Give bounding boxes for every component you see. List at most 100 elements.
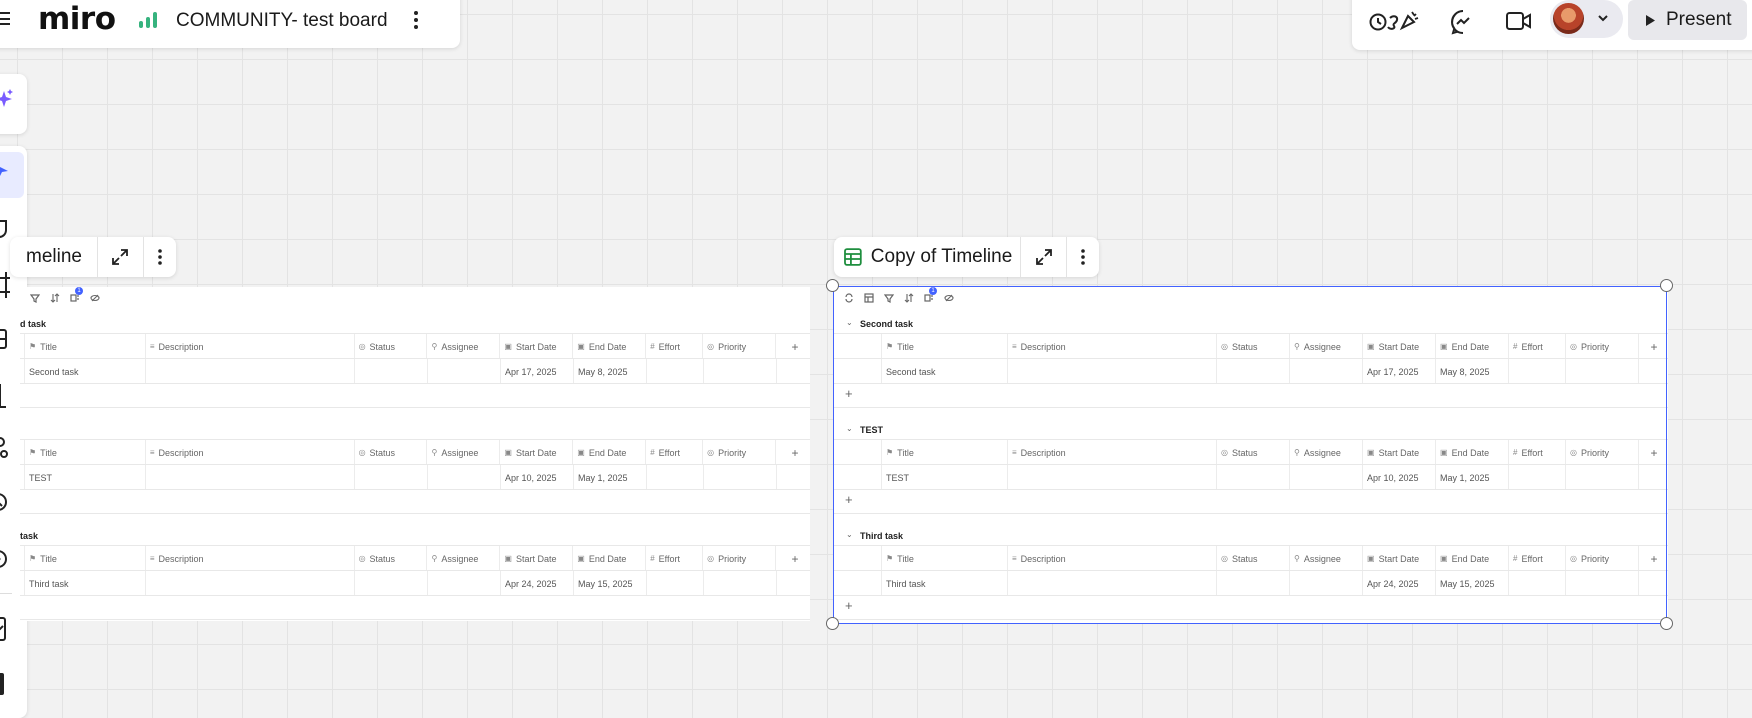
cell-start-date[interactable]: Apr 24, 2025 [501, 571, 574, 596]
table-options-icon[interactable] [144, 237, 176, 277]
chevron-down-icon[interactable] [1597, 13, 1609, 23]
column-header-priority[interactable]: ◎ Priority [703, 334, 777, 359]
cell-description[interactable] [146, 465, 355, 490]
cell-title[interactable]: Second task [25, 359, 146, 384]
cell-assignee[interactable] [428, 359, 501, 384]
column-header-priority[interactable]: ◎ Priority [703, 440, 777, 465]
resize-handle-tr[interactable] [1660, 279, 1673, 292]
add-column-button[interactable]: + [776, 546, 810, 571]
cell-status[interactable] [355, 571, 428, 596]
cell-effort[interactable] [647, 571, 704, 596]
cell-priority[interactable] [704, 571, 777, 596]
cell-description[interactable] [146, 359, 355, 384]
sort-icon-wrap[interactable] [50, 293, 60, 303]
hide-fields-icon[interactable] [90, 293, 100, 303]
column-header-priority[interactable]: ◎ Priority [703, 546, 777, 571]
column-header-end-date[interactable]: ▣ End Date [573, 440, 647, 465]
column-header-end-date[interactable]: ▣ End Date [573, 546, 647, 571]
column-header-title[interactable]: ⚑ Title [25, 546, 146, 571]
cell-end-date[interactable]: May 8, 2025 [574, 359, 647, 384]
board-activity-icon[interactable] [139, 12, 157, 28]
cell-priority[interactable] [704, 465, 777, 490]
more-tools-icon[interactable] [0, 546, 12, 572]
cell-priority[interactable] [704, 359, 777, 384]
sparkle-icon[interactable] [0, 88, 14, 110]
column-header-title[interactable]: ⚑ Title [25, 440, 146, 465]
resize-handle-br[interactable] [1660, 617, 1673, 630]
chat-icon[interactable] [1449, 8, 1477, 36]
add-column-button[interactable]: + [776, 440, 810, 465]
column-header-start-date[interactable]: ▣ Start Date [500, 334, 574, 359]
table-row[interactable]: Second task Apr 17, 2025 May 8, 2025 [20, 358, 810, 384]
add-row [20, 383, 810, 408]
column-header-effort[interactable]: # Effort [646, 440, 704, 465]
avatar[interactable] [1553, 3, 1584, 34]
column-header-assignee[interactable]: ⚲ Assignee [427, 546, 501, 571]
board-options-icon[interactable] [414, 11, 418, 32]
column-header-description[interactable]: ≡ Description [146, 440, 355, 465]
table-row[interactable]: Third task Apr 24, 2025 May 15, 2025 [20, 570, 810, 596]
cell-end-date[interactable]: May 1, 2025 [574, 465, 647, 490]
filter-icon-wrap[interactable] [30, 293, 40, 303]
column-header-description[interactable]: ≡ Description [146, 546, 355, 571]
people-icon[interactable] [0, 436, 12, 462]
template-icon[interactable] [0, 616, 12, 642]
cell-start-date[interactable]: Apr 10, 2025 [501, 465, 574, 490]
cell-end-date[interactable]: May 15, 2025 [574, 571, 647, 596]
group-title[interactable]: d task [20, 319, 46, 329]
column-header-end-date[interactable]: ▣ End Date [573, 334, 647, 359]
video-icon[interactable] [1505, 10, 1533, 32]
expand-icon[interactable] [98, 237, 144, 277]
filter-icon[interactable] [30, 293, 40, 303]
column-label: Effort [658, 341, 680, 352]
shape-icon[interactable] [0, 328, 12, 350]
miro-logo[interactable]: miro [38, 2, 116, 36]
connector-icon[interactable] [0, 383, 12, 409]
cursor-icon[interactable] [0, 163, 10, 181]
frame-icon[interactable] [0, 272, 12, 298]
cell-status[interactable] [355, 359, 428, 384]
column-header-effort[interactable]: # Effort [646, 546, 704, 571]
group-title[interactable]: task [20, 531, 38, 541]
column-header-status[interactable]: ◎ Status [355, 546, 428, 571]
cell-assignee[interactable] [428, 571, 501, 596]
expand-icon[interactable] [1021, 237, 1066, 277]
cell-description[interactable] [146, 571, 355, 596]
column-header-effort[interactable]: # Effort [646, 334, 704, 359]
cell-start-date[interactable]: Apr 17, 2025 [501, 359, 574, 384]
column-header-status[interactable]: ◎ Status [355, 334, 428, 359]
column-header-start-date[interactable]: ▣ Start Date [500, 440, 574, 465]
column-header-assignee[interactable]: ⚲ Assignee [427, 334, 501, 359]
reactions-icon[interactable] [1368, 6, 1422, 34]
table-widget-left[interactable]: 1d task ⚑ Title ≡ Description ◎ Status ⚲ Assigne… [20, 287, 810, 621]
status-icon: ◎ [358, 554, 366, 563]
add-column-button[interactable]: + [776, 334, 810, 359]
group-icon-wrap[interactable]: 1 [70, 287, 83, 303]
column-header-description[interactable]: ≡ Description [146, 334, 355, 359]
column-header-start-date[interactable]: ▣ Start Date [500, 546, 574, 571]
table-title-right[interactable]: Copy of Timeline [862, 246, 1020, 268]
table-options-icon[interactable] [1067, 237, 1099, 277]
cell-effort[interactable] [647, 359, 704, 384]
cell-title[interactable]: TEST [25, 465, 146, 490]
resize-handle-bl[interactable] [826, 617, 839, 630]
cell-assignee[interactable] [428, 465, 501, 490]
pen-icon[interactable] [0, 490, 12, 516]
column-header-status[interactable]: ◎ Status [355, 440, 428, 465]
table-title-left[interactable]: meline [10, 246, 97, 268]
resize-handle-tl[interactable] [826, 279, 839, 292]
app-icon[interactable] [0, 672, 12, 696]
sort-icon[interactable] [50, 293, 60, 303]
cell-title[interactable]: Third task [25, 571, 146, 596]
menu-icon[interactable] [0, 12, 10, 25]
table-row[interactable]: TEST Apr 10, 2025 May 1, 2025 [20, 464, 810, 490]
column-header-assignee[interactable]: ⚲ Assignee [427, 440, 501, 465]
present-button[interactable]: Present [1628, 0, 1747, 40]
cell-effort[interactable] [647, 465, 704, 490]
column-header-title[interactable]: ⚑ Title [25, 334, 146, 359]
sticky-note-icon[interactable] [0, 218, 12, 240]
cell-status[interactable] [355, 465, 428, 490]
board-title[interactable]: COMMUNITY- test board [176, 10, 388, 32]
column-label: Description [158, 447, 204, 458]
hide-fields-icon-wrap[interactable] [90, 293, 100, 303]
